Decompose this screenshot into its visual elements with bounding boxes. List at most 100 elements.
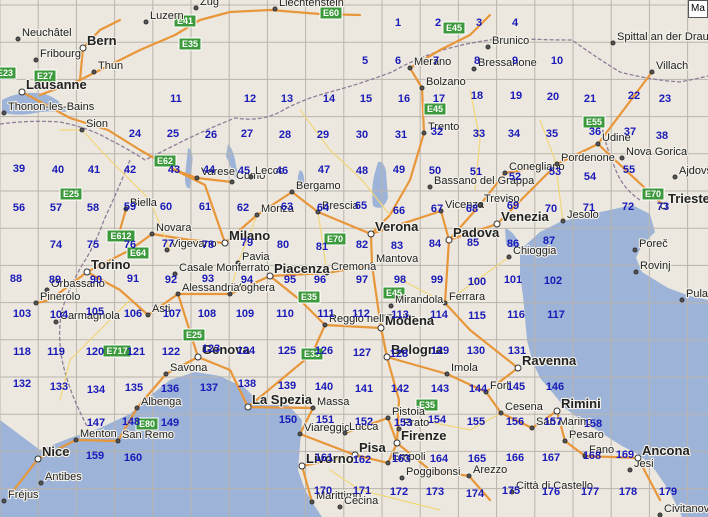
grid-cell-number[interactable]: 29 <box>317 129 329 141</box>
grid-cell-number[interactable]: 90 <box>90 274 102 286</box>
grid-cell-number[interactable]: 79 <box>241 237 253 249</box>
grid-cell-number[interactable]: 121 <box>127 346 145 358</box>
grid-cell-number[interactable]: 157 <box>544 416 562 428</box>
grid-cell-number[interactable]: 97 <box>356 274 368 286</box>
grid-cell-number[interactable]: 170 <box>314 485 332 497</box>
grid-cell-number[interactable]: 105 <box>86 306 104 318</box>
grid-cell-number[interactable]: 89 <box>49 274 61 286</box>
grid-cell-number[interactable]: 104 <box>50 309 69 321</box>
grid-cell-number[interactable]: 91 <box>127 273 139 285</box>
grid-cell-number[interactable]: 50 <box>429 165 441 177</box>
grid-cell-number[interactable]: 84 <box>429 238 442 250</box>
grid-cell-number[interactable]: 133 <box>50 381 68 393</box>
grid-cell-number[interactable]: 32 <box>431 126 443 138</box>
grid-cell-number[interactable]: 76 <box>124 239 136 251</box>
map-canvas[interactable]: E41E60E45E35E23E27E45E55E62E25E612E64E70… <box>0 0 708 517</box>
grid-cell-number[interactable]: 145 <box>507 381 525 393</box>
grid-cell-number[interactable]: 67 <box>431 203 443 215</box>
grid-cell-number[interactable]: 80 <box>277 239 289 251</box>
grid-cell-number[interactable]: 158 <box>584 418 602 430</box>
grid-cell-number[interactable]: 92 <box>165 274 177 286</box>
grid-cell-number[interactable]: 103 <box>13 308 31 320</box>
grid-cell-number[interactable]: 70 <box>545 203 557 215</box>
grid-cell-number[interactable]: 34 <box>508 128 521 140</box>
grid-cell-number[interactable]: 176 <box>542 486 560 498</box>
grid-cell-number[interactable]: 164 <box>430 453 449 465</box>
grid-cell-number[interactable]: 31 <box>395 129 407 141</box>
grid-cell-number[interactable]: 39 <box>13 163 25 175</box>
grid-cell-number[interactable]: 71 <box>583 202 595 214</box>
grid-cell-number[interactable]: 178 <box>619 486 637 498</box>
grid-cell-number[interactable]: 87 <box>543 235 555 247</box>
grid-cell-number[interactable]: 156 <box>506 416 524 428</box>
grid-cell-number[interactable]: 15 <box>360 93 372 105</box>
grid-cell-number[interactable]: 48 <box>356 165 368 177</box>
grid-cell-number[interactable]: 167 <box>542 452 560 464</box>
grid-cell-number[interactable]: 58 <box>87 202 99 214</box>
grid-cell-number[interactable]: 1 <box>395 17 401 29</box>
grid-cell-number[interactable]: 108 <box>198 308 216 320</box>
grid-cell-number[interactable]: 69 <box>507 200 519 212</box>
grid-cell-number[interactable]: 43 <box>168 164 180 176</box>
grid-cell-number[interactable]: 52 <box>509 171 521 183</box>
grid-cell-number[interactable]: 45 <box>238 165 250 177</box>
grid-cell-number[interactable]: 110 <box>276 308 294 320</box>
grid-cell-number[interactable]: 72 <box>622 201 634 213</box>
grid-cell-number[interactable]: 9 <box>512 55 518 67</box>
grid-cell-number[interactable]: 4 <box>512 17 519 29</box>
grid-cell-number[interactable]: 36 <box>589 126 601 138</box>
grid-cell-number[interactable]: 135 <box>125 382 143 394</box>
grid-cell-number[interactable]: 134 <box>87 384 106 396</box>
grid-cell-number[interactable]: 127 <box>353 347 371 359</box>
grid-cell-number[interactable]: 131 <box>508 345 526 357</box>
grid-cell-number[interactable]: 37 <box>624 126 636 138</box>
grid-cell-number[interactable]: 163 <box>392 453 410 465</box>
grid-cell-number[interactable]: 46 <box>276 165 288 177</box>
grid-cell-number[interactable]: 20 <box>547 91 559 103</box>
grid-cell-number[interactable]: 159 <box>86 450 104 462</box>
grid-cell-number[interactable]: 13 <box>281 93 293 105</box>
grid-cell-number[interactable]: 152 <box>355 416 373 428</box>
grid-cell-number[interactable]: 166 <box>506 452 524 464</box>
grid-cell-number[interactable]: 123 <box>202 343 220 355</box>
grid-cell-number[interactable]: 148 <box>122 416 140 428</box>
grid-cell-number[interactable]: 107 <box>163 308 181 320</box>
grid-cell-number[interactable]: 154 <box>428 414 447 426</box>
grid-cell-number[interactable]: 151 <box>316 414 334 426</box>
grid-cell-number[interactable]: 33 <box>473 128 485 140</box>
grid-cell-number[interactable]: 47 <box>318 164 330 176</box>
grid-cell-number[interactable]: 23 <box>659 93 671 105</box>
grid-cell-number[interactable]: 7 <box>433 55 439 67</box>
grid-cell-number[interactable]: 115 <box>468 310 486 322</box>
grid-cell-number[interactable]: 137 <box>200 382 218 394</box>
grid-cell-number[interactable]: 141 <box>355 383 373 395</box>
grid-cell-number[interactable]: 99 <box>431 274 443 286</box>
grid-cell-number[interactable]: 143 <box>431 383 449 395</box>
grid-cell-number[interactable]: 2 <box>435 17 441 29</box>
grid-cell-number[interactable]: 14 <box>323 93 336 105</box>
grid-cell-number[interactable]: 109 <box>236 308 254 320</box>
grid-cell-number[interactable]: 179 <box>659 486 677 498</box>
grid-cell-number[interactable]: 116 <box>507 309 525 321</box>
grid-cell-number[interactable]: 26 <box>205 129 217 141</box>
grid-cell-number[interactable]: 169 <box>616 449 634 461</box>
grid-cell-number[interactable]: 129 <box>431 345 449 357</box>
grid-cell-number[interactable]: 19 <box>510 90 522 102</box>
grid-cell-number[interactable]: 6 <box>395 55 401 67</box>
grid-cell-number[interactable]: 30 <box>356 129 368 141</box>
grid-cell-number[interactable]: 38 <box>656 130 668 142</box>
grid-cell-number[interactable]: 59 <box>124 201 136 213</box>
grid-cell-number[interactable]: 117 <box>547 309 565 321</box>
grid-cell-number[interactable]: 5 <box>362 55 368 67</box>
grid-cell-number[interactable]: 112 <box>352 308 370 320</box>
grid-cell-number[interactable]: 155 <box>467 416 485 428</box>
grid-cell-number[interactable]: 139 <box>278 380 296 392</box>
grid-cell-number[interactable]: 66 <box>393 205 405 217</box>
grid-cell-number[interactable]: 130 <box>467 345 485 357</box>
grid-cell-number[interactable]: 25 <box>167 128 179 140</box>
grid-cell-number[interactable]: 124 <box>237 345 256 357</box>
grid-cell-number[interactable]: 168 <box>583 450 601 462</box>
grid-cell-number[interactable]: 78 <box>202 239 214 251</box>
grid-cell-number[interactable]: 75 <box>87 239 99 251</box>
grid-cell-number[interactable]: 86 <box>507 238 519 250</box>
